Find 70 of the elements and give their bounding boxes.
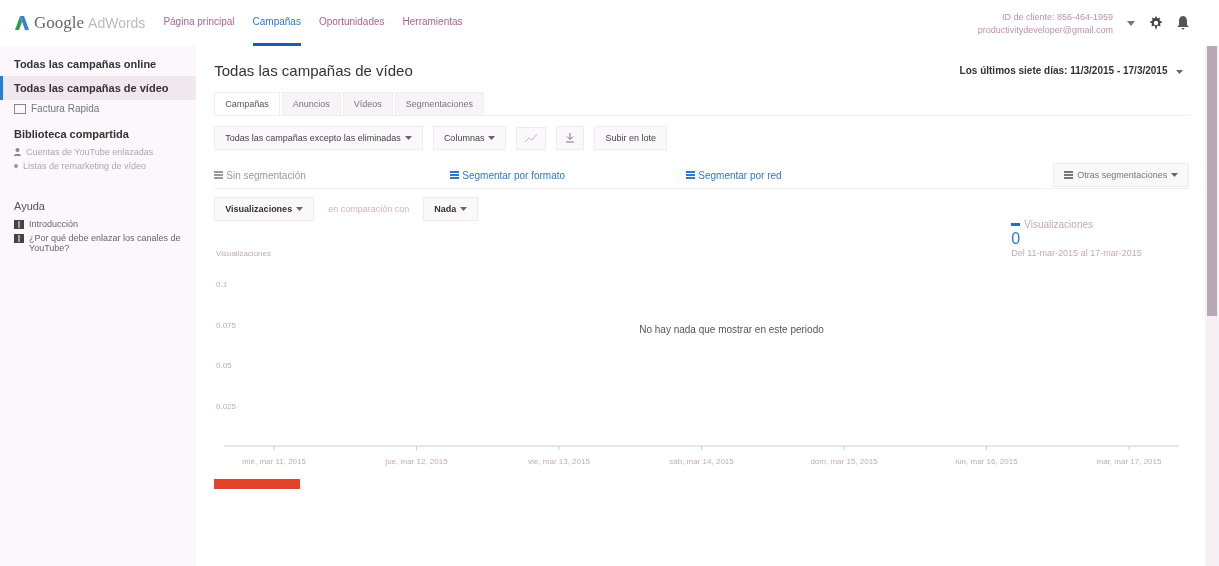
client-id: ID de cliente: 856-464-1959 (1001, 11, 1113, 22)
columns-dropdown[interactable]: Columnas (432, 126, 507, 150)
segment-icon (1064, 171, 1074, 179)
action-button[interactable] (214, 479, 301, 489)
sidebar-heading: Ayuda (13, 199, 46, 214)
book-icon (14, 234, 24, 243)
tab[interactable]: Vídeos (342, 92, 393, 115)
sidebar-item[interactable]: Introducción (0, 217, 197, 231)
caret-icon (404, 136, 412, 140)
scrollbar[interactable] (1205, 46, 1219, 566)
legend-label: Visualizaciones (1024, 219, 1093, 230)
segment-link[interactable]: Segmentar por red (686, 169, 923, 181)
tab[interactable]: Segmentaciones (394, 92, 484, 115)
tick-label: lun, mar 16, 2015 (955, 457, 1018, 466)
legend-period: Del 11-mar-2015 al 17-mar-2015 (1011, 248, 1142, 258)
tick-label: dom, mar 15, 2015 (810, 457, 878, 466)
compare-label: en comparación con (328, 204, 410, 214)
nav-tab[interactable]: Herramientas (402, 0, 463, 46)
bulk-upload-button[interactable]: Subir en lote (594, 126, 667, 150)
tick-label: 0.075 (216, 320, 237, 330)
tick-label: mar, mar 17, 2015 (1096, 457, 1162, 466)
caret-icon[interactable] (1127, 20, 1135, 26)
compare-dropdown[interactable]: Nada (423, 197, 479, 221)
download-icon[interactable] (556, 126, 585, 150)
segment-icon (450, 171, 460, 179)
nav-tab[interactable]: Campañas (252, 0, 301, 46)
tick-label: 0.1 (216, 280, 228, 289)
tick-label: 0.05 (216, 361, 232, 370)
axis-title: Visualizaciones (216, 249, 272, 258)
caret-icon (1176, 69, 1184, 74)
account-email: productivitydeveloper@gmail.com (977, 24, 1113, 35)
settings-icon[interactable] (1149, 16, 1163, 30)
caret-icon (488, 136, 496, 140)
sidebar-item[interactable]: Todas las campañas de vídeo (0, 76, 197, 100)
sidebar-item[interactable]: Factura Rapida (0, 100, 197, 117)
legend-total: 0 (1011, 230, 1021, 248)
logo-icon (14, 15, 30, 31)
book-icon (14, 220, 24, 229)
logo-product: AdWords (88, 15, 146, 31)
caret-icon (1171, 173, 1179, 177)
dot-icon (14, 164, 18, 168)
tab[interactable]: Anuncios (281, 92, 341, 115)
tick-label: mié, mar 11, 2015 (242, 457, 307, 466)
sidebar-heading: Biblioteca compartida (13, 127, 130, 142)
caret-icon (460, 207, 468, 211)
segment-icon (214, 171, 224, 179)
empty-message: No hay nada que mostrar en este periodo (639, 323, 825, 335)
segment-icon (686, 171, 696, 179)
date-range-button[interactable]: Los últimos siete días: 11/3/2015 - 17/3/2015 (953, 63, 1190, 77)
other-segments-dropdown[interactable]: Otras segmentaciones (1053, 163, 1190, 187)
nav-tab[interactable]: Oportunidades (318, 0, 385, 46)
nav-tab[interactable]: Página principal (163, 0, 235, 46)
tick-label: vie, mar 13, 2015 (528, 457, 591, 466)
tick-label: sáb, mar 14, 2015 (669, 457, 734, 466)
segment-link[interactable]: Segmentar por formato (450, 169, 687, 181)
caret-icon (296, 207, 304, 211)
tick-label: 0.025 (216, 401, 237, 411)
tab[interactable]: Campañas (214, 92, 280, 115)
metric-dropdown[interactable]: Visualizaciones (214, 197, 315, 221)
person-icon (14, 148, 21, 156)
sidebar-item[interactable]: ¿Por qué debe enlazar los canales de YouTube? (0, 231, 197, 255)
window-icon (14, 103, 26, 114)
segment-link[interactable]: Sin segmentación (214, 169, 451, 181)
filter-dropdown[interactable]: Todas las campañas excepto las eliminadas (214, 126, 423, 150)
sidebar-item[interactable]: Todas las campañas online (0, 52, 197, 76)
bell-icon[interactable] (1177, 16, 1189, 30)
tick-label: jue, mar 12, 2015 (385, 457, 448, 466)
logo-brand: Google (34, 13, 85, 33)
chart-icon[interactable] (516, 126, 547, 150)
page-title: Todas las campañas de vídeo (214, 61, 413, 79)
